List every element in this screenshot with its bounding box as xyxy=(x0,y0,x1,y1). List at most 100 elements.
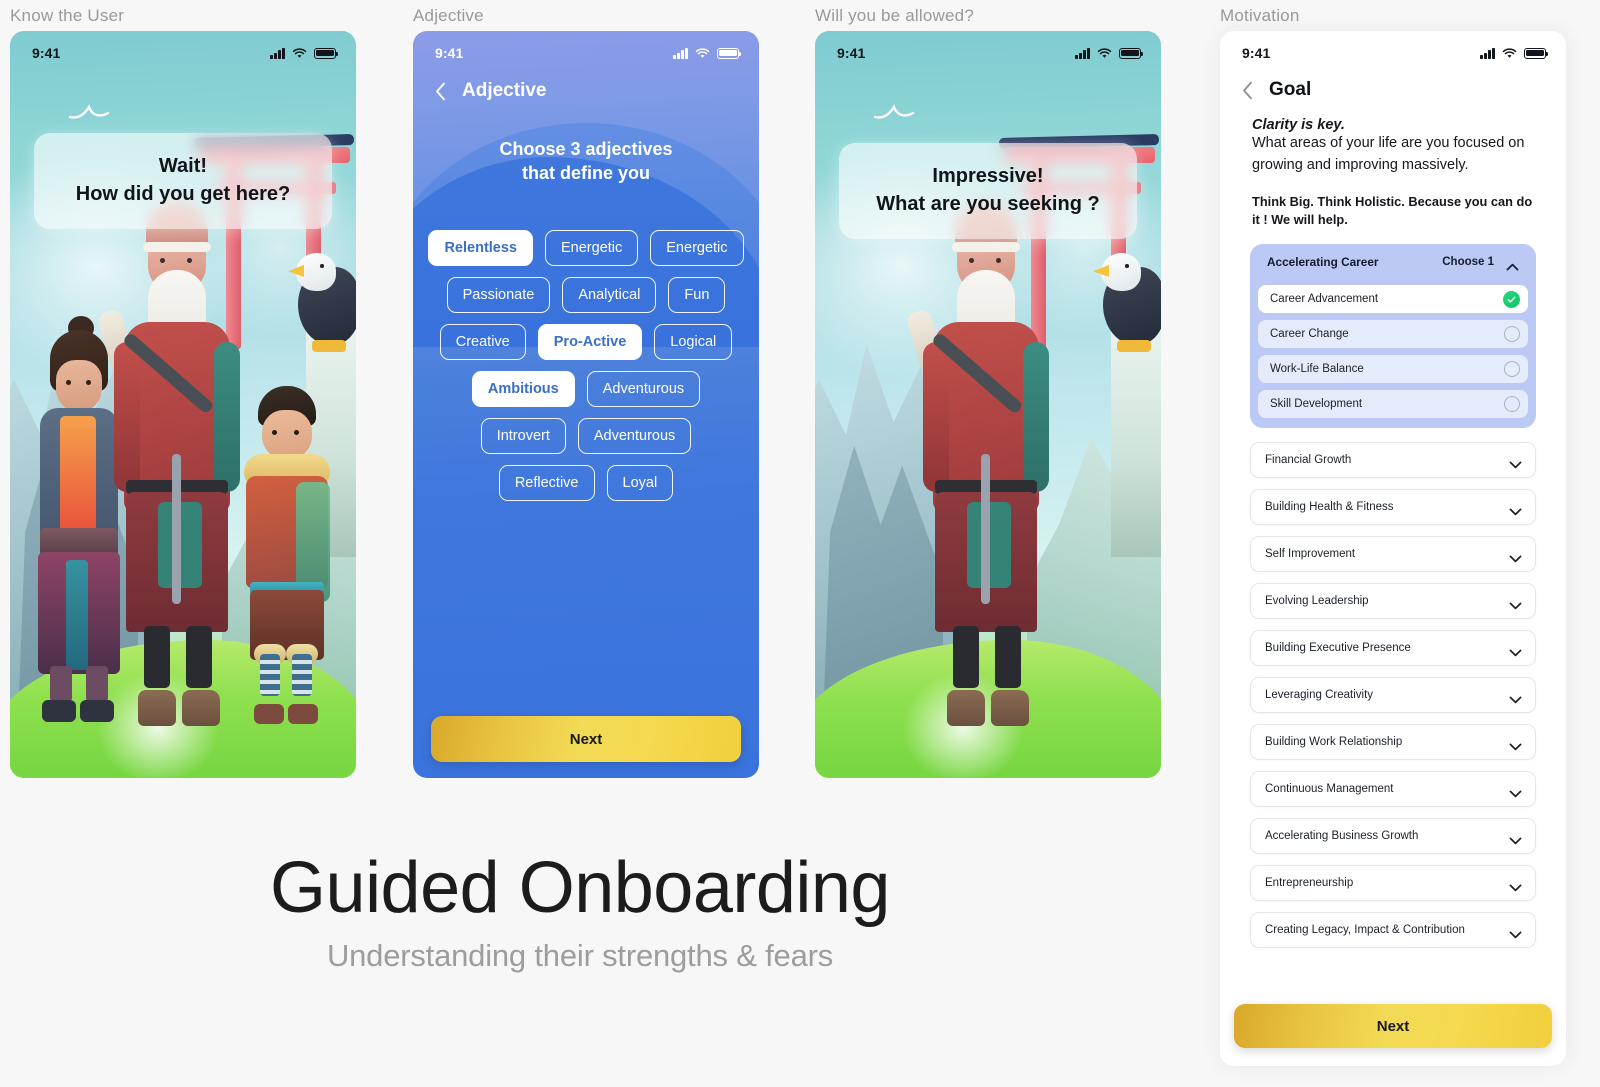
goal-option-row[interactable]: Career Change xyxy=(1258,320,1528,349)
accordion-row-building-work-relationship[interactable]: Building Work Relationship xyxy=(1250,724,1536,761)
radio-circle-icon[interactable] xyxy=(1504,361,1520,378)
goal-option-row[interactable]: Skill Development xyxy=(1258,390,1528,419)
chevron-down-icon[interactable] xyxy=(1509,926,1522,939)
status-time: 9:41 xyxy=(32,45,61,61)
adjective-chip[interactable]: Introvert xyxy=(480,417,566,454)
chevron-up-icon[interactable] xyxy=(1506,258,1519,271)
bubble-line-1: Impressive! xyxy=(932,165,1044,188)
battery-icon xyxy=(314,47,339,59)
accordion-row-accelerating-business-growth[interactable]: Accelerating Business Growth xyxy=(1250,818,1536,855)
accordion-header[interactable]: Accelerating Career Choose 1 xyxy=(1258,253,1528,278)
wifi-icon xyxy=(1097,47,1112,59)
speech-bubble: Wait! How did you get here? xyxy=(34,133,332,229)
screen-heading: Choose 3 adjectives that define you xyxy=(413,137,759,186)
goal-option-label: Career Change xyxy=(1270,328,1349,341)
chevron-down-icon[interactable] xyxy=(1509,738,1522,751)
battery-icon xyxy=(1524,47,1549,59)
nav-bar: Goal xyxy=(1220,67,1566,113)
accordion-row-label: Accelerating Business Growth xyxy=(1265,830,1419,843)
cellular-signal-icon xyxy=(1480,47,1495,59)
accordion-row-entrepreneurship[interactable]: Entrepreneurship xyxy=(1250,865,1536,902)
page-subtitle: Understanding their strengths & fears xyxy=(326,938,834,973)
radio-circle-icon[interactable] xyxy=(1504,326,1520,343)
wifi-icon xyxy=(695,47,710,59)
goal-option-row[interactable]: Career Advancement xyxy=(1258,285,1528,314)
accordion-row-building-executive-presence[interactable]: Building Executive Presence xyxy=(1250,630,1536,667)
adjective-chip[interactable]: Reflective xyxy=(498,464,595,501)
caption-panel-2: Adjective xyxy=(413,6,484,25)
status-bar: 9:41 xyxy=(413,31,759,67)
accordion-row-self-improvement[interactable]: Self Improvement xyxy=(1250,536,1536,573)
character-elder xyxy=(905,202,1049,726)
accordion-row-label: Creating Legacy, Impact & Contribution xyxy=(1265,924,1465,937)
caption-panel-1: Know the User xyxy=(10,6,125,25)
status-bar: 9:41 xyxy=(815,31,1161,67)
goal-body-text-2: Think Big. Think Holistic. Because you c… xyxy=(1252,193,1533,228)
goal-option-row[interactable]: Work-Life Balance xyxy=(1258,355,1528,384)
adjective-chip[interactable]: Logical xyxy=(654,323,733,360)
chevron-down-icon[interactable] xyxy=(1509,644,1522,657)
chevron-down-icon[interactable] xyxy=(1509,550,1522,563)
accordion-row-building-health-fitness[interactable]: Building Health & Fitness xyxy=(1250,489,1536,526)
goal-option-label: Career Advancement xyxy=(1270,293,1379,306)
accordion-header-right: Choose 1 xyxy=(1442,256,1519,271)
adjective-chip[interactable]: Fun xyxy=(668,276,726,313)
phone-screen-goal: 9:41 Goal Clarity is key. What areas of … xyxy=(1220,31,1566,1066)
adjective-chip[interactable]: Relentless xyxy=(428,229,533,266)
accordion-title: Accelerating Career xyxy=(1267,255,1379,270)
speech-bubble: Impressive! What are you seeking ? xyxy=(839,143,1137,239)
adjective-chip[interactable]: Passionate xyxy=(446,276,551,313)
battery-icon xyxy=(1119,47,1144,59)
status-time: 9:41 xyxy=(435,45,464,61)
chevron-down-icon[interactable] xyxy=(1509,785,1522,798)
seagull-icon xyxy=(873,103,917,125)
status-bar: 9:41 xyxy=(1220,31,1566,67)
chevron-left-icon[interactable] xyxy=(1242,81,1253,100)
status-time: 9:41 xyxy=(837,45,866,61)
caption-panel-4: Motivation xyxy=(1220,6,1300,25)
accordion-row-leveraging-creativity[interactable]: Leveraging Creativity xyxy=(1250,677,1536,714)
phone-screen-adjective: 9:41 Adjective Choose 3 adjectives that … xyxy=(413,31,759,778)
adjective-chip[interactable]: Analytical xyxy=(562,276,657,313)
chevron-left-icon[interactable] xyxy=(435,82,446,101)
adjective-chip[interactable]: Adventurous xyxy=(586,370,701,407)
character-boy xyxy=(238,386,336,724)
adjective-chip[interactable]: Energetic xyxy=(545,229,639,266)
adjective-chip[interactable]: Pro-Active xyxy=(537,323,643,360)
chevron-down-icon[interactable] xyxy=(1509,503,1522,516)
nav-title: Goal xyxy=(1269,79,1312,100)
accordion-row-evolving-leadership[interactable]: Evolving Leadership xyxy=(1250,583,1536,620)
goal-body-text: What areas of your life are you focused … xyxy=(1252,135,1525,173)
accordion-row-label: Entrepreneurship xyxy=(1265,877,1354,890)
check-circle-icon[interactable] xyxy=(1503,290,1520,308)
chevron-down-icon[interactable] xyxy=(1509,879,1522,892)
accordion-row-creating-legacy[interactable]: Creating Legacy, Impact & Contribution xyxy=(1250,912,1536,949)
chevron-down-icon[interactable] xyxy=(1509,597,1522,610)
adjective-chip[interactable]: Ambitious xyxy=(471,370,575,407)
cellular-signal-icon xyxy=(1075,47,1090,59)
wifi-icon xyxy=(292,47,307,59)
next-button[interactable]: Next xyxy=(431,716,741,762)
accordion-row-label: Building Health & Fitness xyxy=(1265,501,1394,514)
radio-circle-icon[interactable] xyxy=(1504,396,1520,413)
character-elder xyxy=(96,202,240,726)
goal-lead-text: Clarity is key. xyxy=(1252,117,1345,133)
chevron-down-icon[interactable] xyxy=(1509,456,1522,469)
wifi-icon xyxy=(1502,47,1517,59)
adjective-chip[interactable]: Loyal xyxy=(606,464,674,501)
accordion-expanded-accelerating-career[interactable]: Accelerating Career Choose 1 Career Adva… xyxy=(1250,244,1536,429)
accordion-row-financial-growth[interactable]: Financial Growth xyxy=(1250,442,1536,479)
cellular-signal-icon xyxy=(673,47,688,59)
chevron-down-icon[interactable] xyxy=(1509,691,1522,704)
next-button[interactable]: Next xyxy=(1234,1004,1552,1048)
page-title: Guided Onboarding xyxy=(270,848,890,928)
accordion-row-continuous-management[interactable]: Continuous Management xyxy=(1250,771,1536,808)
seagull-icon xyxy=(68,103,112,125)
chevron-down-icon[interactable] xyxy=(1509,832,1522,845)
status-bar: 9:41 xyxy=(10,31,356,67)
adjective-chip[interactable]: Creative xyxy=(439,323,526,360)
status-icons xyxy=(673,47,742,59)
adjective-chip[interactable]: Energetic xyxy=(650,229,744,266)
caption-panel-3: Will you be allowed? xyxy=(815,6,974,25)
adjective-chip[interactable]: Adventurous xyxy=(577,417,692,454)
